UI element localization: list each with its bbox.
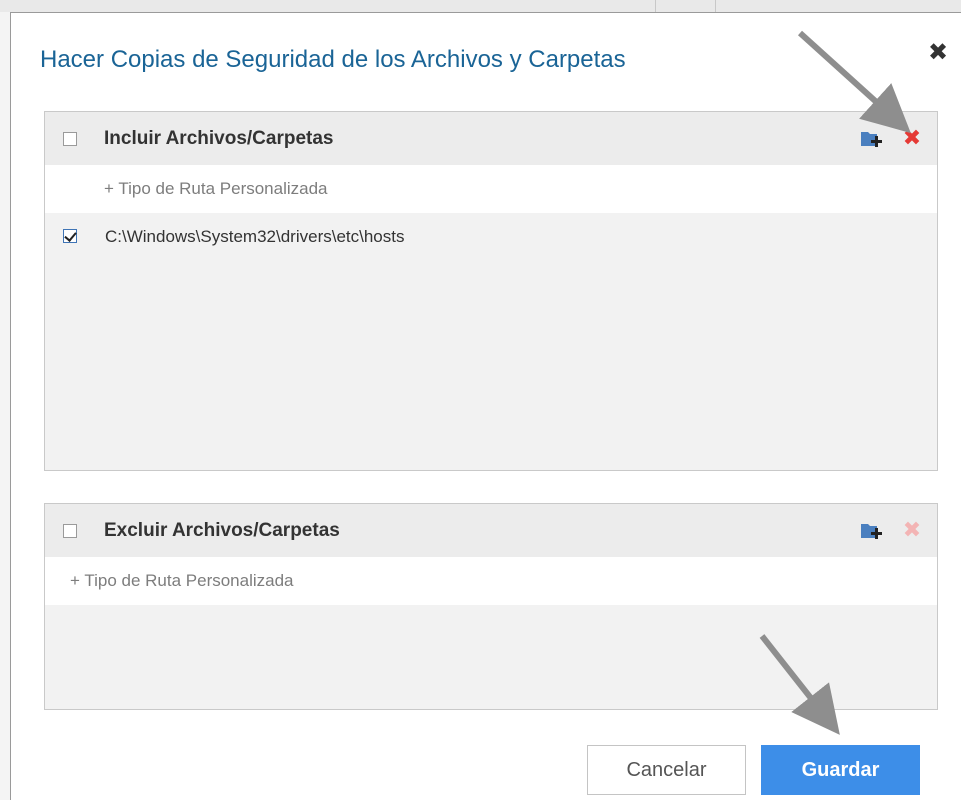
item-checkbox[interactable] xyxy=(63,229,77,243)
save-button[interactable]: Guardar xyxy=(761,745,920,795)
dialog-title: Hacer Copias de Seguridad de los Archivo… xyxy=(40,46,626,73)
include-panel-title: Incluir Archivos/Carpetas xyxy=(104,128,334,149)
background-toolbar xyxy=(0,0,961,12)
background-divider xyxy=(715,0,716,12)
background-page-edge xyxy=(0,12,10,800)
delete-icon[interactable]: ✖ xyxy=(902,519,922,541)
add-custom-path-link[interactable]: + Tipo de Ruta Personalizada xyxy=(70,571,294,591)
add-custom-path-row[interactable]: + Tipo de Ruta Personalizada xyxy=(45,557,937,605)
list-item[interactable]: C:\Windows\System32\drivers\etc\hosts xyxy=(45,213,937,261)
include-select-all-checkbox[interactable] xyxy=(63,132,77,146)
exclude-select-all-checkbox[interactable] xyxy=(63,524,77,538)
close-icon[interactable]: ✖ xyxy=(926,41,950,65)
exclude-panel-header: Excluir Archivos/Carpetas ✖ xyxy=(45,504,937,558)
include-files-panel: Incluir Archivos/Carpetas ✖ + Tipo de Ru… xyxy=(44,111,938,471)
arrow-pointer-icon xyxy=(759,634,840,735)
file-path: C:\Windows\System32\drivers\etc\hosts xyxy=(105,227,405,246)
exclude-panel-title: Excluir Archivos/Carpetas xyxy=(104,520,340,541)
add-custom-path-row[interactable]: + Tipo de Ruta Personalizada xyxy=(45,165,937,213)
add-custom-path-link[interactable]: + Tipo de Ruta Personalizada xyxy=(104,179,328,199)
add-folder-icon[interactable] xyxy=(861,522,883,540)
arrow-pointer-icon xyxy=(797,30,911,134)
cancel-button[interactable]: Cancelar xyxy=(587,745,746,795)
background-divider xyxy=(655,0,656,12)
